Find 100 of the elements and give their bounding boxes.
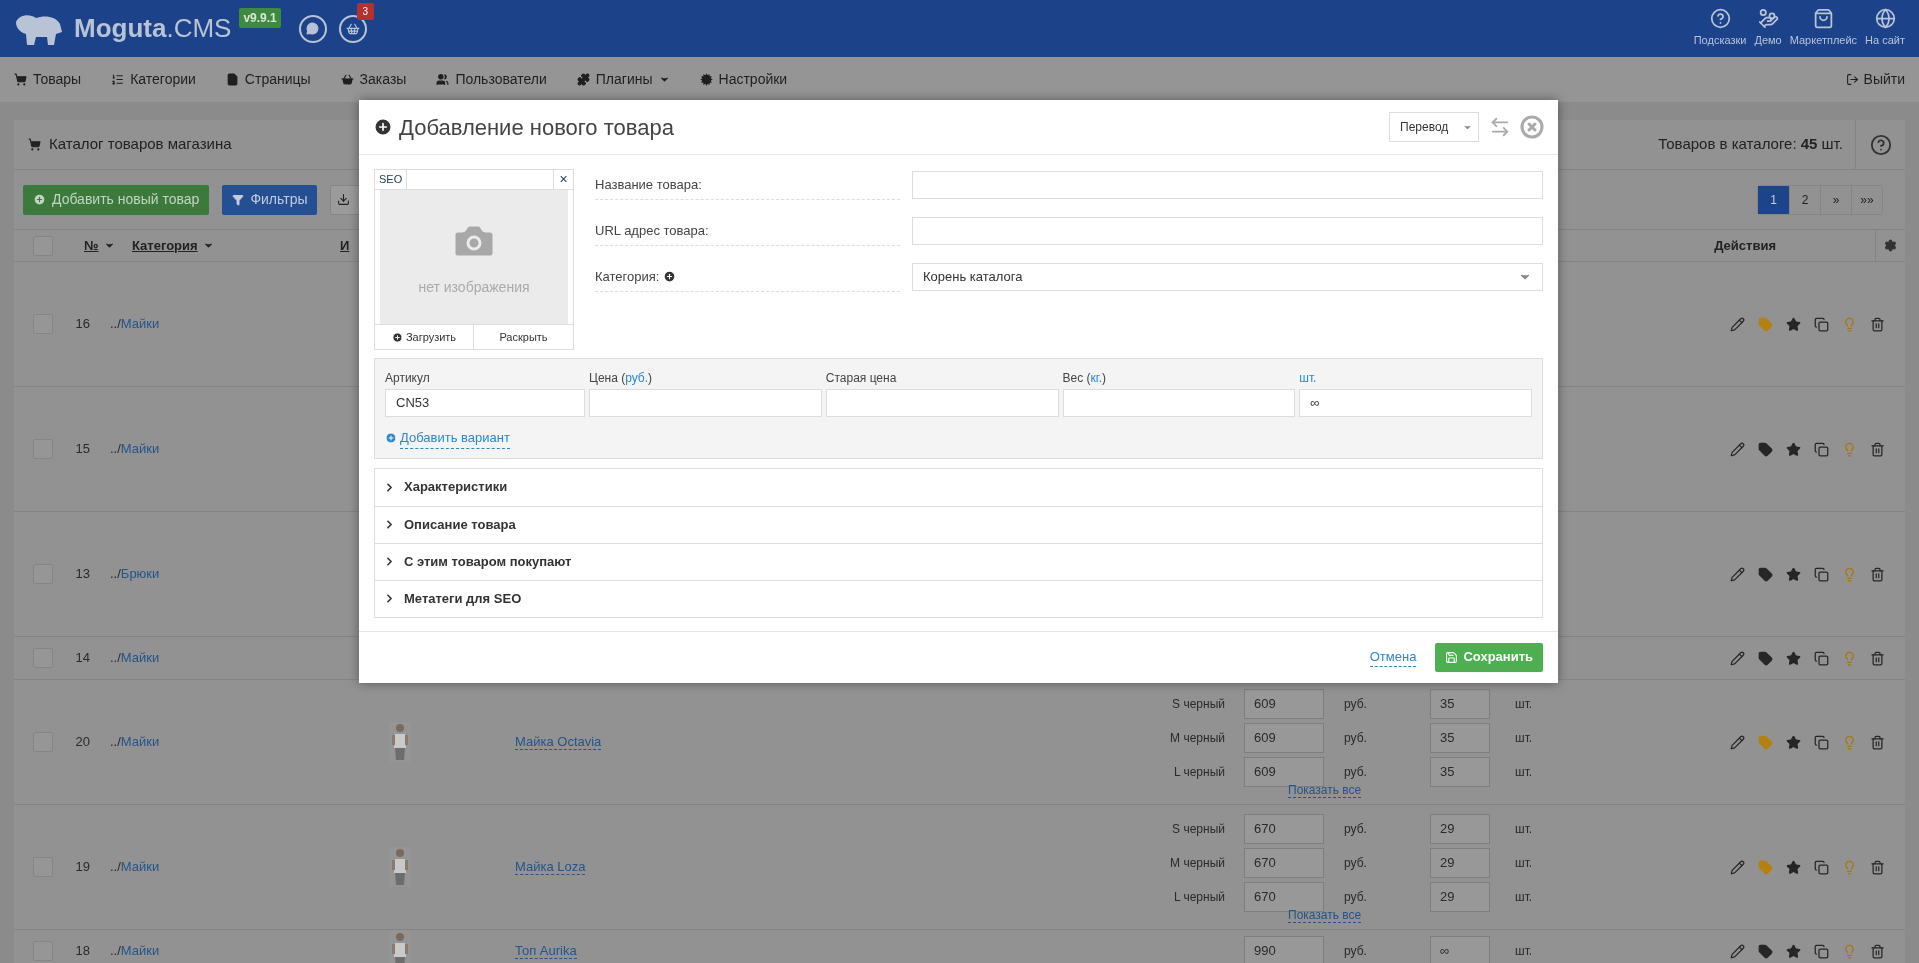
trash-icon[interactable]: [1870, 566, 1885, 582]
filters-button[interactable]: Фильтры: [222, 184, 318, 215]
quantity-field[interactable]: 29: [1430, 847, 1490, 878]
page-link[interactable]: 1: [1758, 185, 1789, 214]
menu-item[interactable]: Категории: [111, 69, 196, 90]
price-field[interactable]: 609: [1244, 688, 1324, 719]
copy-icon[interactable]: [1814, 943, 1829, 959]
logo-text[interactable]: Moguta.CMS: [74, 9, 232, 48]
menu-item[interactable]: Товары: [14, 69, 82, 90]
star-icon[interactable]: [1786, 650, 1801, 666]
column-header[interactable]: №: [84, 235, 115, 256]
header-link[interactable]: На сайт: [1865, 8, 1905, 49]
copy-icon[interactable]: [1814, 441, 1829, 457]
add-product-button[interactable]: Добавить новый товар: [23, 184, 210, 215]
category-link[interactable]: ../Майки: [110, 941, 380, 961]
star-icon[interactable]: [1786, 734, 1801, 750]
tag-icon[interactable]: [1758, 943, 1773, 959]
accordion-section[interactable]: Характеристики: [375, 468, 1542, 506]
save-button[interactable]: Сохранить: [1435, 642, 1543, 672]
list-icon: [111, 73, 125, 86]
category-link[interactable]: ../Майки: [110, 732, 380, 752]
unit-label: шт.: [1515, 695, 1533, 713]
menu-item[interactable]: Пользователи: [436, 69, 547, 90]
accordion-section[interactable]: Описание товара: [375, 505, 1542, 543]
quantity-field[interactable]: 35: [1430, 722, 1490, 753]
logout-link[interactable]: Выйти: [1845, 69, 1905, 90]
tag-icon[interactable]: [1758, 566, 1773, 582]
text-field[interactable]: [912, 171, 1543, 199]
variant-field[interactable]: [1062, 389, 1296, 417]
page-link[interactable]: »: [1820, 185, 1851, 214]
variant-field[interactable]: ∞: [1299, 389, 1532, 417]
header-link[interactable]: Маркетплейс: [1789, 8, 1858, 49]
menu-item[interactable]: Настройки: [699, 69, 788, 90]
pencil-icon[interactable]: [1730, 566, 1745, 582]
variant-field[interactable]: CN53: [385, 389, 585, 417]
menu-item[interactable]: Страницы: [225, 69, 311, 90]
add-variant-link[interactable]: Добавить вариант: [385, 428, 510, 449]
help-icon: [1709, 8, 1731, 30]
category-select[interactable]: Корень каталога: [912, 263, 1543, 291]
copy-icon[interactable]: [1814, 316, 1829, 332]
menu-item[interactable]: Плагины: [576, 69, 670, 90]
header-link[interactable]: Демо: [1754, 8, 1782, 49]
help-icon[interactable]: [1869, 133, 1892, 156]
pencil-icon[interactable]: [1730, 859, 1745, 875]
price-field[interactable]: 670: [1244, 847, 1324, 878]
column-header[interactable]: И: [340, 235, 350, 256]
expand-button[interactable]: Раскрыть: [474, 325, 573, 349]
translate-select[interactable]: Перевод: [1389, 112, 1479, 142]
tag-icon[interactable]: [1758, 441, 1773, 457]
quantity-field[interactable]: 29: [1430, 881, 1490, 912]
header-link[interactable]: Подсказки: [1693, 8, 1747, 49]
pencil-icon[interactable]: [1730, 316, 1745, 332]
price-field[interactable]: 990: [1244, 936, 1324, 963]
add-category-icon[interactable]: [663, 270, 677, 283]
cancel-link[interactable]: Отмена: [1369, 646, 1417, 668]
quantity-field[interactable]: 35: [1430, 756, 1490, 787]
logout-icon: [1845, 73, 1859, 86]
price-field[interactable]: 609: [1244, 722, 1324, 753]
trash-icon[interactable]: [1870, 734, 1885, 750]
trash-icon[interactable]: [1870, 859, 1885, 875]
star-icon[interactable]: [1786, 316, 1801, 332]
pencil-icon[interactable]: [1730, 943, 1745, 959]
category-link[interactable]: ../Майки: [110, 857, 380, 877]
accordion-section[interactable]: Метатеги для SEO: [375, 579, 1542, 617]
quantity-field[interactable]: ∞: [1430, 936, 1490, 963]
star-icon[interactable]: [1786, 943, 1801, 959]
copy-icon[interactable]: [1814, 566, 1829, 582]
pencil-icon[interactable]: [1730, 650, 1745, 666]
upload-button[interactable]: Загрузить: [375, 325, 474, 349]
variant-field[interactable]: [825, 389, 1059, 417]
text-field[interactable]: [912, 217, 1543, 245]
star-icon[interactable]: [1786, 441, 1801, 457]
copy-icon[interactable]: [1814, 859, 1829, 875]
trash-icon[interactable]: [1870, 650, 1885, 666]
page-link[interactable]: 2: [1789, 185, 1820, 214]
menu-item[interactable]: Заказы: [340, 69, 407, 90]
star-icon[interactable]: [1786, 566, 1801, 582]
column-header: Действия: [1714, 236, 1776, 255]
chat-button[interactable]: [298, 14, 327, 43]
quantity-field[interactable]: 35: [1430, 688, 1490, 719]
price-field[interactable]: 670: [1244, 813, 1324, 844]
copy-icon[interactable]: [1814, 650, 1829, 666]
accordion-section[interactable]: С этим товаром покупают: [375, 542, 1542, 580]
trash-icon[interactable]: [1870, 943, 1885, 959]
remove-image-button[interactable]: ×: [553, 170, 573, 189]
tag-icon[interactable]: [1758, 650, 1773, 666]
variant-field[interactable]: [589, 389, 822, 417]
trash-icon[interactable]: [1870, 441, 1885, 457]
settings-icon[interactable]: [1884, 239, 1897, 252]
star-icon[interactable]: [1786, 859, 1801, 875]
pencil-icon[interactable]: [1730, 734, 1745, 750]
column-header[interactable]: Категория: [132, 235, 214, 256]
cart-icon: [14, 73, 27, 86]
page-link[interactable]: »»: [1851, 185, 1882, 214]
seo-tab[interactable]: SEO: [375, 170, 408, 189]
copy-icon[interactable]: [1814, 734, 1829, 750]
trash-icon[interactable]: [1870, 316, 1885, 332]
pencil-icon[interactable]: [1730, 441, 1745, 457]
quantity-field[interactable]: 29: [1430, 813, 1490, 844]
currency-label: руб.: [1344, 854, 1368, 872]
